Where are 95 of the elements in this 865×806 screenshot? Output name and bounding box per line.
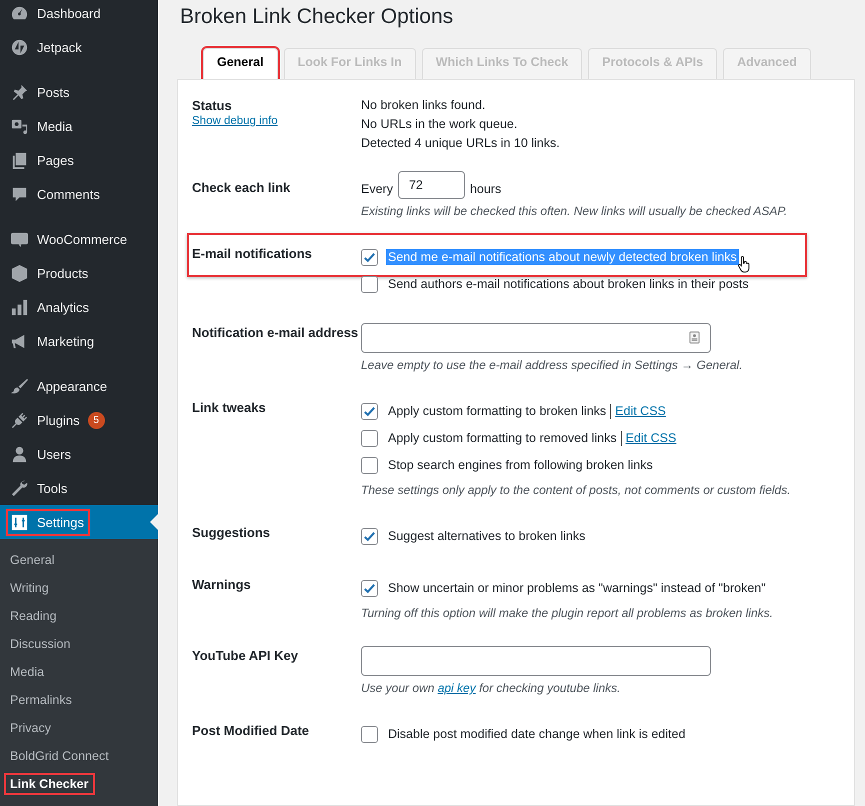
menu-item[interactable]: Plugins 5 (0, 403, 158, 437)
checkbox[interactable] (361, 580, 378, 596)
setting-label: Notification e-mail address (192, 324, 360, 342)
brush-icon (10, 376, 29, 396)
edit-css-link[interactable]: Edit CSS (626, 431, 676, 445)
bar-chart-icon (10, 298, 29, 316)
menu-label: Users (37, 446, 71, 462)
menu-label: Marketing (37, 334, 94, 348)
wrench-icon (10, 478, 29, 498)
setting-label: Warnings (192, 576, 252, 594)
status-text: No URLs in the work queue. (361, 116, 518, 133)
menu-label: Tools (37, 480, 68, 496)
checkbox[interactable] (361, 248, 378, 266)
menu-item[interactable]: Tools (0, 471, 158, 505)
submenu-item[interactable]: Writing (4, 577, 55, 599)
status-text: Detected 4 unique URLs in 10 links. (361, 135, 561, 152)
pages-icon (10, 150, 29, 170)
submenu-item[interactable]: Media (4, 661, 50, 683)
box-icon (10, 264, 29, 282)
menu-item[interactable]: Pages (0, 143, 158, 177)
person-icon (10, 444, 29, 464)
menu-label: Jetpack (37, 40, 82, 54)
hand-cursor-icon (737, 256, 751, 274)
menu-item[interactable]: Posts (0, 75, 158, 109)
menu-label: Settings (37, 514, 84, 530)
menu-item[interactable]: Jetpack (0, 30, 158, 64)
help-text: Leave empty to use the e-mail address specified in Settings → General. (361, 358, 744, 372)
menu-label: Pages (37, 152, 74, 168)
submenu-item[interactable]: BoldGrid Connect (4, 745, 115, 767)
menu-label: Plugins (37, 412, 80, 428)
setting-label: Link tweaks (192, 399, 267, 417)
setting-label: Suggestions (192, 524, 272, 542)
checkbox-label: Show uncertain or minor problems as "warnings" instead of "broken" (387, 580, 767, 596)
help-text: Turning off this option will make the plugin report all problems as broken links. (361, 606, 774, 620)
checkbox[interactable] (361, 528, 378, 544)
checkbox-label: Apply custom formatting to removed links (387, 430, 618, 446)
checkbox[interactable] (361, 402, 378, 420)
setting-label: Post Modified Date (192, 722, 310, 740)
menu-item[interactable]: Dashboard (0, 0, 158, 30)
checkbox-label: Apply custom formatting to broken links (387, 403, 608, 419)
menu-item[interactable]: Analytics (0, 290, 158, 324)
api-key-link[interactable]: api key (438, 681, 476, 695)
menu-item[interactable]: Products (0, 256, 158, 290)
api-key-field[interactable] (361, 646, 711, 676)
setting-label: E-mail notifications (192, 245, 313, 263)
submenu-item[interactable]: Privacy (4, 717, 57, 739)
sliders-icon (10, 512, 29, 532)
menu-label: Analytics (37, 300, 90, 314)
menu-label: Products (37, 266, 88, 280)
menu-item[interactable]: Media (0, 109, 158, 143)
help-text: These settings only apply to the content of posts, not comments or custom fields. (361, 483, 792, 497)
tab[interactable]: General (203, 48, 278, 79)
submenu-item[interactable]: Reading (4, 605, 63, 627)
setting-label: YouTube API Key (192, 647, 299, 665)
setting-label: Check each link (192, 179, 292, 197)
checkbox[interactable] (361, 456, 378, 474)
menu-item[interactable]: Appearance (0, 369, 158, 403)
menu-label: Posts (37, 84, 70, 100)
menu-item[interactable]: Users (0, 437, 158, 471)
menu-label: WooCommerce (37, 232, 128, 246)
setting-label: Status (192, 97, 233, 115)
jetpack-icon (10, 38, 29, 56)
submenu-item[interactable]: Discussion (4, 633, 76, 655)
menu-item[interactable]: Comments (0, 177, 158, 211)
page-title: Broken Link Checker Options (180, 5, 454, 30)
help-text: Use your own api key for checking youtube links. (361, 681, 622, 695)
menu-label: Comments (37, 186, 100, 202)
submenu-item[interactable]: General (4, 549, 60, 571)
pin-icon (10, 82, 29, 102)
status-text: No broken links found. (361, 97, 486, 114)
checkbox-label: Send authors e-mail notifications about broken links in their posts (387, 276, 750, 292)
menu-item[interactable]: WooCommerce (0, 222, 158, 256)
interval-field[interactable]: 72 (398, 171, 465, 199)
menu-label: Appearance (37, 378, 108, 394)
plug-icon (10, 410, 29, 430)
edit-css-link[interactable]: Edit CSS (615, 404, 666, 418)
submenu-item[interactable]: Link Checker (4, 773, 95, 795)
submenu-item[interactable]: Permalinks (4, 689, 78, 711)
debug-info-link[interactable]: Show debug info (192, 115, 361, 127)
checkbox-label: Send me e-mail notifications about newly detected broken links (386, 249, 739, 265)
unit-text: hours (470, 182, 502, 196)
checkbox[interactable] (361, 276, 378, 292)
menu-label: Media (37, 118, 72, 134)
checkbox[interactable] (361, 726, 378, 742)
menu-item-current[interactable]: Settings (0, 505, 158, 539)
prefix-text: Every (361, 182, 393, 196)
update-count-badge: 5 (88, 412, 105, 428)
checkbox-label: Suggest alternatives to broken links (387, 528, 586, 544)
checkbox-label: Stop search engines from following broken links (387, 457, 654, 473)
email-field[interactable] (361, 323, 711, 353)
help-text: Existing links will be checked this often. New links will usually be checked ASAP. (361, 204, 788, 218)
checkbox-label: Disable post modified date change when link is edited (387, 726, 686, 742)
menu-item[interactable]: Marketing (0, 324, 158, 358)
checkbox[interactable] (361, 430, 378, 446)
menu-label: Dashboard (37, 6, 101, 20)
